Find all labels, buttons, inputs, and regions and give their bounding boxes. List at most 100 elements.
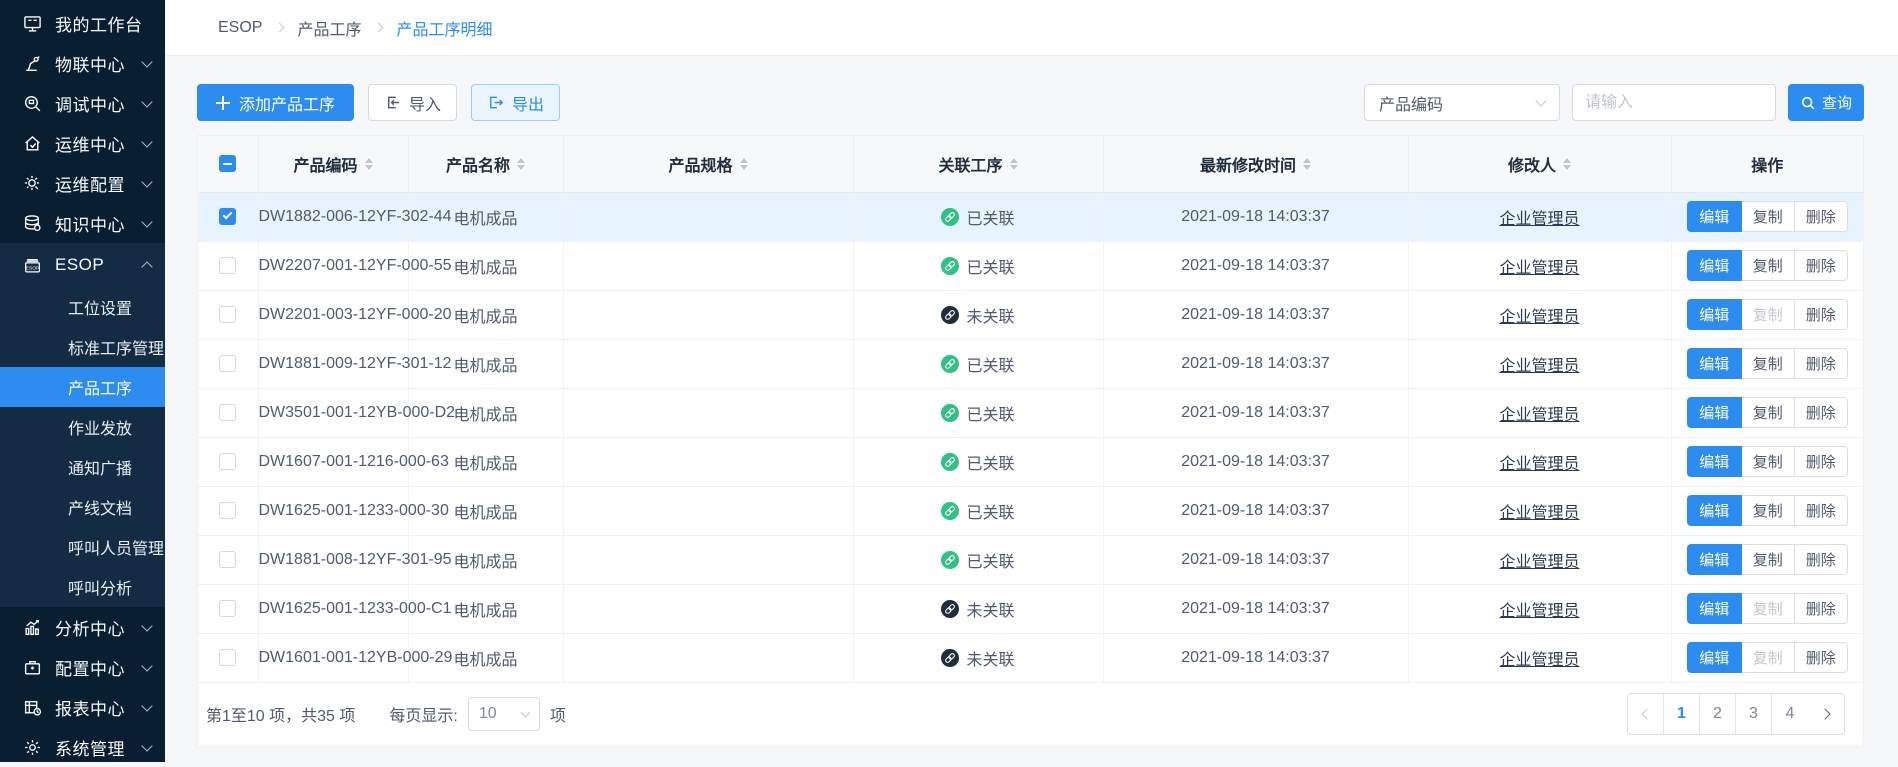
breadcrumb-item-product-process[interactable]: 产品工序 [297, 16, 361, 40]
row-checkbox[interactable] [219, 453, 236, 470]
modifier-link[interactable]: 企业管理员 [1499, 358, 1579, 375]
modifier-link[interactable]: 企业管理员 [1499, 407, 1579, 424]
per-page-select[interactable]: 10 [468, 697, 540, 731]
sidebar-item-esop[interactable]: ESOP ESOP [0, 243, 165, 287]
copy-button[interactable]: 复制 [1742, 250, 1795, 281]
link-status: 未关联 [941, 597, 1014, 621]
sidebar-subitem-line-docs[interactable]: 产线文档 [0, 487, 165, 527]
delete-button[interactable]: 删除 [1795, 446, 1848, 477]
delete-button[interactable]: 删除 [1795, 642, 1848, 673]
row-checkbox[interactable] [219, 600, 236, 617]
delete-button[interactable]: 删除 [1795, 495, 1848, 526]
chart-icon [22, 617, 42, 637]
delete-button[interactable]: 删除 [1795, 201, 1848, 232]
sort-icon[interactable] [740, 158, 748, 170]
breadcrumb-item-esop[interactable]: ESOP [218, 19, 262, 37]
page-button[interactable]: 1 [1664, 694, 1700, 734]
sidebar-item-knowledge[interactable]: 知识中心 [0, 203, 165, 243]
sidebar-subitem-station-setup[interactable]: 工位设置 [0, 287, 165, 327]
copy-button[interactable]: 复制 [1742, 397, 1795, 428]
select-all-checkbox[interactable] [219, 155, 236, 172]
add-product-process-button[interactable]: 添加产品工序 [197, 84, 354, 121]
edit-button[interactable]: 编辑 [1687, 593, 1742, 624]
modifier-link[interactable]: 企业管理员 [1499, 309, 1579, 326]
copy-button[interactable]: 复制 [1742, 495, 1795, 526]
copy-button[interactable]: 复制 [1742, 446, 1795, 477]
edit-button[interactable]: 编辑 [1687, 397, 1742, 428]
modifier-link[interactable]: 企业管理员 [1499, 603, 1579, 620]
sidebar-item-label: 调试中心 [55, 91, 143, 116]
sort-icon[interactable] [1303, 158, 1311, 170]
copy-button[interactable]: 复制 [1742, 348, 1795, 379]
sidebar-item-report[interactable]: 报表中心 [0, 687, 165, 727]
sidebar-subitem-call-analysis[interactable]: 呼叫分析 [0, 567, 165, 607]
sidebar-subitem-notice-broadcast[interactable]: 通知广播 [0, 447, 165, 487]
row-checkbox[interactable] [219, 355, 236, 372]
delete-button[interactable]: 删除 [1795, 397, 1848, 428]
edit-button[interactable]: 编辑 [1687, 250, 1742, 281]
delete-button[interactable]: 删除 [1795, 593, 1848, 624]
row-checkbox[interactable] [219, 502, 236, 519]
sidebar-item-config[interactable]: 配置中心 [0, 647, 165, 687]
prev-page-button[interactable] [1628, 694, 1664, 734]
sidebar-subitem-call-staff[interactable]: 呼叫人员管理 [0, 527, 165, 567]
sidebar-item-ops[interactable]: 运维中心 [0, 123, 165, 163]
modifier-link[interactable]: 企业管理员 [1499, 456, 1579, 473]
sort-icon[interactable] [365, 158, 373, 170]
search-field-select[interactable]: 产品编码 [1364, 84, 1560, 121]
delete-button[interactable]: 删除 [1795, 250, 1848, 281]
modifier-link[interactable]: 企业管理员 [1499, 505, 1579, 522]
sort-icon[interactable] [1010, 158, 1018, 170]
sidebar-item-workbench[interactable]: 我的工作台 [0, 3, 165, 43]
edit-button[interactable]: 编辑 [1687, 642, 1742, 673]
copy-button[interactable]: 复制 [1742, 593, 1795, 624]
product-name: 电机成品 [453, 554, 517, 571]
export-button[interactable]: 导出 [471, 84, 560, 121]
modifier-link[interactable]: 企业管理员 [1499, 554, 1579, 571]
sidebar-item-analysis[interactable]: 分析中心 [0, 607, 165, 647]
sidebar-item-system[interactable]: 系统管理 [0, 727, 165, 767]
copy-button[interactable]: 复制 [1742, 642, 1795, 673]
delete-button[interactable]: 删除 [1795, 348, 1848, 379]
sort-icon[interactable] [1563, 158, 1571, 170]
row-checkbox[interactable] [219, 551, 236, 568]
sidebar-subitem-job-release[interactable]: 作业发放 [0, 407, 165, 447]
page-button[interactable]: 2 [1700, 694, 1736, 734]
import-button[interactable]: 导入 [368, 84, 457, 121]
row-checkbox[interactable] [219, 306, 236, 323]
link-icon [941, 502, 959, 520]
page-button[interactable]: 4 [1772, 694, 1808, 734]
sidebar-item-ops-config[interactable]: 运维配置 [0, 163, 165, 203]
next-page-button[interactable] [1808, 694, 1844, 734]
sidebar-item-iot[interactable]: 物联中心 [0, 43, 165, 83]
sort-icon[interactable] [517, 158, 525, 170]
row-checkbox[interactable] [219, 257, 236, 274]
copy-button[interactable]: 复制 [1742, 544, 1795, 575]
delete-button[interactable]: 删除 [1795, 544, 1848, 575]
query-button[interactable]: 查询 [1788, 84, 1864, 121]
sidebar-item-debug[interactable]: 调试中心 [0, 83, 165, 123]
copy-button[interactable]: 复制 [1742, 299, 1795, 330]
modifier-link[interactable]: 企业管理员 [1499, 260, 1579, 277]
copy-button[interactable]: 复制 [1742, 201, 1795, 232]
page-button[interactable]: 3 [1736, 694, 1772, 734]
edit-button[interactable]: 编辑 [1687, 299, 1742, 330]
modifier-link[interactable]: 企业管理员 [1499, 652, 1579, 669]
table-footer: 第1至10 项，共35 项 每页显示: 10 项 1234 [198, 683, 1863, 746]
row-checkbox[interactable] [219, 404, 236, 421]
breadcrumb-separator-icon [275, 23, 285, 33]
sidebar-subitem-product-process[interactable]: 产品工序 [0, 367, 165, 407]
edit-button[interactable]: 编辑 [1687, 348, 1742, 379]
search-input[interactable] [1572, 84, 1776, 121]
table-row: DW3501-001-12YB-000-D2 电机成品 已关联 2021-09-… [198, 388, 1863, 437]
delete-button[interactable]: 删除 [1795, 299, 1848, 330]
edit-button[interactable]: 编辑 [1687, 495, 1742, 526]
modifier-link[interactable]: 企业管理员 [1499, 211, 1579, 228]
sidebar-subitem-standard-process[interactable]: 标准工序管理 [0, 327, 165, 367]
edit-button[interactable]: 编辑 [1687, 544, 1742, 575]
breadcrumb-separator-icon [374, 23, 384, 33]
row-checkbox[interactable] [219, 208, 236, 225]
edit-button[interactable]: 编辑 [1687, 201, 1742, 232]
row-checkbox[interactable] [219, 649, 236, 666]
edit-button[interactable]: 编辑 [1687, 446, 1742, 477]
